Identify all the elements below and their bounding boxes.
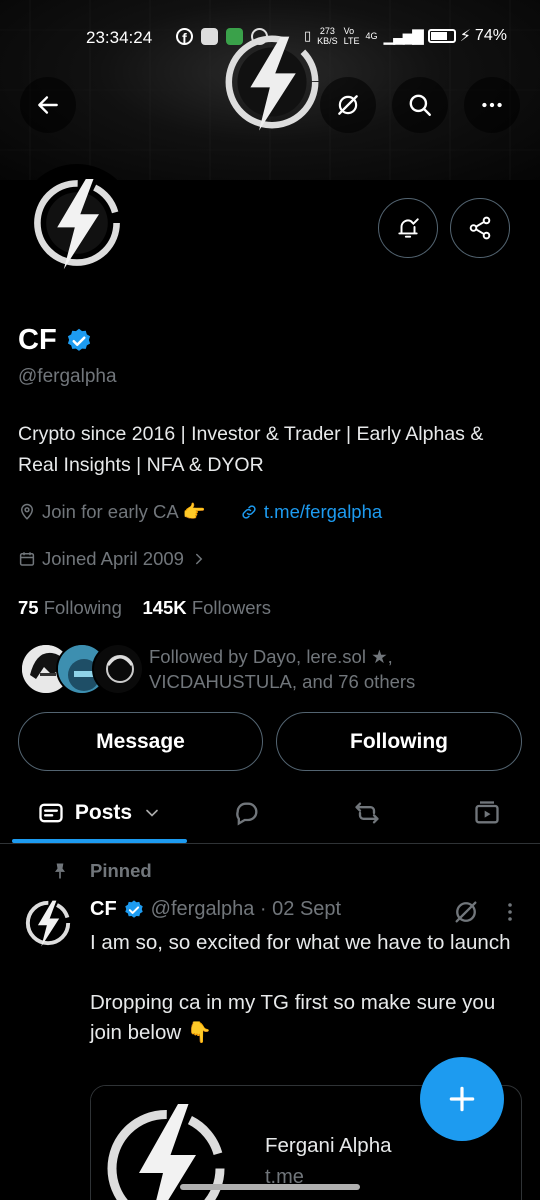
lightning-avatar-icon bbox=[22, 168, 132, 278]
tweet-text-line2: Dropping ca in my TG first so make sure … bbox=[90, 991, 496, 1044]
pinned-label-row: Pinned bbox=[50, 860, 152, 882]
profile-bio: Crypto since 2016 | Investor & Trader | … bbox=[18, 423, 484, 476]
link-card-image bbox=[91, 1086, 241, 1200]
battery-indicator: ⚡ 74% bbox=[427, 26, 507, 46]
facebook-icon: f bbox=[176, 28, 193, 46]
tweet-more-icon[interactable] bbox=[498, 898, 522, 926]
followers-label: Followers bbox=[191, 597, 271, 618]
app-circle-icon bbox=[251, 28, 268, 45]
profile-avatar[interactable] bbox=[18, 164, 136, 282]
following-count: 75 bbox=[18, 597, 39, 618]
charging-icon: ⚡ bbox=[459, 28, 471, 45]
bell-check-icon bbox=[398, 218, 419, 238]
share-icon bbox=[469, 216, 491, 240]
net-speed-unit: KB/S bbox=[317, 36, 338, 46]
message-button[interactable]: Message bbox=[18, 712, 263, 771]
repost-icon bbox=[355, 802, 379, 824]
status-right: ▯ 273 KB/S Vo LTE 4G ▁▃▅▇ ⚡ 74% bbox=[304, 26, 507, 46]
followers-link[interactable]: 145K Followers bbox=[142, 597, 271, 618]
status-time: 23:34:24 bbox=[86, 28, 153, 47]
following-label: Following bbox=[43, 597, 122, 618]
following-button[interactable]: Following bbox=[276, 712, 522, 771]
plus-icon bbox=[449, 1086, 475, 1112]
tweet-header: CF @fergalpha · 02 Sept bbox=[90, 898, 341, 921]
profile-link[interactable]: t.me/fergalpha bbox=[264, 501, 382, 523]
tab-posts-label: Posts bbox=[74, 801, 133, 824]
tweet-author-name[interactable]: CF bbox=[90, 898, 117, 921]
chevron-right-icon bbox=[195, 553, 203, 565]
tweet-text-spacer bbox=[90, 958, 520, 988]
grok-button[interactable] bbox=[320, 77, 376, 133]
media-play-icon bbox=[475, 801, 499, 824]
lightning-logo-icon bbox=[91, 1086, 241, 1200]
grok-icon bbox=[338, 95, 358, 115]
tab-replies[interactable] bbox=[218, 785, 276, 841]
joined-date: Joined April 2009 bbox=[42, 548, 184, 569]
chevron-down-icon bbox=[146, 809, 158, 817]
more-dots-icon bbox=[482, 102, 502, 108]
share-button[interactable] bbox=[450, 198, 510, 258]
grok-icon[interactable] bbox=[452, 898, 480, 926]
tweet-avatar[interactable] bbox=[20, 895, 76, 951]
reply-bubble-icon bbox=[236, 802, 258, 826]
net-speed: 273 KB/S bbox=[317, 26, 338, 46]
lightning-avatar-icon bbox=[20, 895, 76, 951]
following-link[interactable]: 75 Following bbox=[18, 597, 122, 618]
notification-icons: f bbox=[176, 28, 268, 46]
search-icon bbox=[409, 94, 431, 116]
app-notification-icon bbox=[201, 28, 218, 45]
battery-icon bbox=[427, 29, 456, 43]
verified-badge-icon bbox=[124, 899, 143, 918]
follow-counts: 75 Following 145K Followers bbox=[18, 597, 271, 619]
status-bar: 23:34:24 f ▯ 273 KB/S Vo LTE 4G ▁▃▅▇ ⚡ 74% bbox=[0, 20, 540, 56]
tab-media[interactable] bbox=[458, 785, 516, 841]
more-button[interactable] bbox=[464, 77, 520, 133]
search-button[interactable] bbox=[392, 77, 448, 133]
signal-label: 4G bbox=[365, 31, 378, 41]
battery-percent: 74% bbox=[474, 27, 507, 44]
net-speed-value: 273 bbox=[319, 26, 335, 36]
followers-count: 145K bbox=[142, 597, 187, 618]
link-icon bbox=[242, 505, 256, 519]
tweet-handle-date: @fergalpha · 02 Sept bbox=[150, 898, 342, 920]
tweet-text-line1: I am so, so excited for what we have to … bbox=[90, 931, 511, 954]
compose-button[interactable] bbox=[420, 1057, 504, 1141]
posts-icon bbox=[39, 803, 63, 823]
calendar-icon bbox=[19, 552, 35, 566]
pin-icon bbox=[55, 863, 65, 879]
sketch-avatar-icon bbox=[94, 645, 142, 693]
joined-row[interactable]: Joined April 2009 bbox=[18, 548, 208, 570]
profile-handle: @fergalpha bbox=[18, 366, 117, 387]
vibrate-icon: ▯ bbox=[304, 28, 312, 43]
pinned-label: Pinned bbox=[90, 860, 152, 881]
tab-reposts[interactable] bbox=[338, 785, 396, 841]
tab-posts[interactable]: Posts bbox=[12, 785, 187, 841]
followed-by-text[interactable]: Followed by Dayo, lere.sol ★, VICDAHUSTU… bbox=[149, 644, 529, 694]
vpn-shield-icon bbox=[226, 28, 243, 45]
link-card-title: Fergani Alpha bbox=[265, 1134, 392, 1157]
location-pin-icon bbox=[20, 503, 34, 520]
follower-avatar[interactable] bbox=[92, 643, 144, 695]
tabs-divider bbox=[0, 843, 540, 844]
profile-name: CF bbox=[18, 324, 57, 356]
back-button[interactable] bbox=[20, 77, 76, 133]
volte-icon: Vo LTE bbox=[343, 26, 360, 46]
tweet-text: I am so, so excited for what we have to … bbox=[90, 928, 520, 1048]
profile-meta-row: Join for early CA 👉 t.me/fergalpha bbox=[18, 501, 382, 523]
signal-bars-icon: ▁▃▅▇ bbox=[383, 28, 424, 45]
gesture-home-bar[interactable] bbox=[180, 1184, 360, 1190]
verified-badge-icon[interactable] bbox=[65, 327, 93, 355]
profile-name-row: CF bbox=[18, 324, 93, 357]
back-arrow-icon bbox=[38, 96, 58, 114]
notifications-subscribe-button[interactable] bbox=[378, 198, 438, 258]
profile-location: Join for early CA 👉 bbox=[42, 501, 206, 522]
